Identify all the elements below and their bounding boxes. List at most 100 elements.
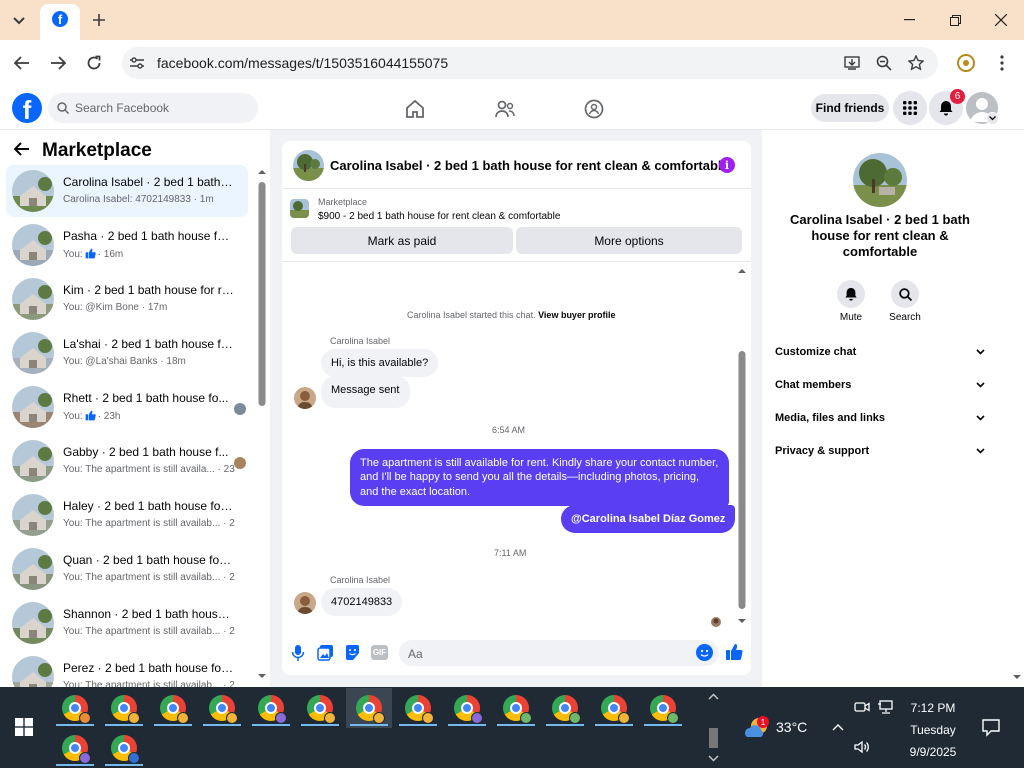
mute-button[interactable]: [837, 280, 865, 308]
info-section-row[interactable]: Chat members: [775, 379, 985, 391]
mark-as-paid-button[interactable]: Mark as paid: [291, 227, 513, 254]
thumbs-up-icon: [726, 644, 743, 661]
bookmark-button[interactable]: [901, 48, 931, 78]
account-menu-chevron[interactable]: [986, 112, 999, 125]
zoom-button[interactable]: [869, 48, 899, 78]
clock[interactable]: 7:12 PM Tuesday 9/9/2025: [898, 697, 968, 763]
chevron-down-icon: [976, 382, 985, 388]
search-in-chat-button[interactable]: [891, 280, 919, 308]
listing-description[interactable]: $900 - 2 bed 1 bath house for rent clean…: [318, 211, 560, 222]
taskbar-scrollbar[interactable]: [707, 690, 720, 766]
home-nav-button[interactable]: [402, 96, 428, 122]
sticker-button[interactable]: [344, 644, 361, 661]
show-hidden-icons-button[interactable]: [829, 718, 847, 736]
taskbar-chrome-window[interactable]: [101, 728, 147, 768]
weather-temperature[interactable]: 33°C: [776, 719, 807, 735]
menu-button[interactable]: [893, 91, 927, 125]
conversation-row[interactable]: Kim · 2 bed 1 bath house for re... You: @…: [6, 273, 248, 325]
restore-button[interactable]: [932, 0, 978, 40]
taskbar-chrome-window[interactable]: [493, 688, 539, 728]
conversation-row[interactable]: La'shai · 2 bed 1 bath house for ... You:…: [6, 327, 248, 379]
message-bubble[interactable]: Hi, is this available?: [321, 349, 439, 378]
taskbar-chrome-window[interactable]: [297, 688, 343, 728]
friends-nav-button[interactable]: [492, 96, 518, 122]
conversation-row[interactable]: Carolina Isabel · 2 bed 1 bath h... Carol…: [6, 165, 248, 217]
network-button[interactable]: [877, 698, 895, 716]
sender-avatar[interactable]: [294, 387, 316, 409]
meet-now-button[interactable]: [853, 698, 871, 716]
conversation-row[interactable]: Rhett · 2 bed 1 bath house fo... You: · 23…: [6, 381, 248, 433]
profile-button[interactable]: [951, 48, 981, 78]
attach-photo-button[interactable]: [317, 644, 334, 661]
new-tab-button[interactable]: [88, 9, 110, 31]
info-section-row[interactable]: Media, files and links: [775, 412, 985, 424]
more-options-button[interactable]: More options: [516, 227, 742, 254]
close-window-button[interactable]: [978, 0, 1024, 40]
info-section-row[interactable]: Customize chat: [775, 346, 985, 358]
preview-text: · 16m: [97, 249, 124, 260]
taskbar-chrome-window[interactable]: [640, 688, 686, 728]
conversation-row[interactable]: Haley · 2 bed 1 bath house for r... You: …: [6, 489, 248, 541]
taskbar-chrome-window[interactable]: [591, 688, 637, 728]
microphone-icon: [291, 645, 305, 661]
taskbar-chrome-window[interactable]: [199, 688, 245, 728]
chat-scrollbar[interactable]: [737, 265, 747, 627]
minimize-button[interactable]: [886, 0, 932, 40]
taskbar-chrome-window[interactable]: [395, 688, 441, 728]
view-buyer-profile-link[interactable]: View buyer profile: [538, 310, 615, 320]
page-scroll-down-button[interactable]: [1011, 671, 1023, 683]
start-button[interactable]: [0, 707, 48, 747]
taskbar-chrome-window[interactable]: [444, 688, 490, 728]
message-bubble[interactable]: 4702149833: [321, 588, 403, 617]
taskbar-chrome-window[interactable]: [346, 688, 392, 728]
tab-search-button[interactable]: [8, 10, 30, 32]
install-app-button[interactable]: [837, 48, 867, 78]
chrome-icon: [62, 695, 91, 724]
volume-button[interactable]: [853, 738, 871, 756]
marketplace-label: Marketplace: [318, 197, 368, 207]
groups-nav-button[interactable]: [581, 96, 607, 122]
conversation-row[interactable]: Gabby · 2 bed 1 bath house f... You: The …: [6, 435, 248, 487]
conversation-row[interactable]: Quan · 2 bed 1 bath house for r... You: T…: [6, 543, 248, 595]
chrome-menu-button[interactable]: [987, 48, 1017, 78]
listing-thumbnail[interactable]: [290, 199, 309, 218]
conversation-list-scrollbar[interactable]: [257, 166, 267, 682]
back-to-chats-button[interactable]: [14, 142, 34, 158]
url-text[interactable]: facebook.com/messages/t/1503516044155075: [157, 55, 448, 71]
info-section-row[interactable]: Privacy & support: [775, 445, 985, 457]
facebook-logo[interactable]: f: [12, 93, 42, 123]
reload-button[interactable]: [79, 48, 109, 78]
message-bubble[interactable]: Message sent: [321, 376, 411, 409]
forward-button[interactable]: [43, 48, 73, 78]
back-button[interactable]: [7, 48, 37, 78]
smiley-icon: [700, 649, 709, 657]
conversation-row[interactable]: Shannon · 2 bed 1 bath house f... You: Th…: [6, 597, 248, 649]
browser-tab-facebook[interactable]: f: [40, 4, 80, 40]
find-friends-button[interactable]: Find friends: [811, 94, 889, 122]
taskbar-chrome-window[interactable]: [52, 688, 98, 728]
conversation-row[interactable]: Pasha · 2 bed 1 bath house for r... You: ·…: [6, 219, 248, 271]
sender-avatar[interactable]: [294, 592, 316, 614]
info-button[interactable]: i: [719, 157, 735, 173]
taskbar-chrome-window[interactable]: [150, 688, 196, 728]
voice-clip-button[interactable]: [290, 644, 306, 662]
house-photo-icon: [290, 199, 309, 218]
contact-avatar[interactable]: [853, 153, 907, 207]
send-like-button[interactable]: [725, 643, 743, 661]
mention-bubble[interactable]: @Carolina Isabel Díaz Gomez: [561, 505, 736, 534]
taskbar-chrome-window[interactable]: [542, 688, 588, 728]
facebook-search-input[interactable]: Search Facebook: [48, 93, 258, 123]
chat-header-avatar[interactable]: [293, 150, 324, 181]
message-input[interactable]: Aa: [399, 640, 719, 666]
site-info-button[interactable]: [128, 54, 146, 72]
chat-title[interactable]: Carolina Isabel · 2 bed 1 bath house for…: [330, 158, 729, 173]
taskbar-chrome-window[interactable]: [101, 688, 147, 728]
gif-button[interactable]: GIF: [371, 645, 388, 660]
taskbar-chrome-window[interactable]: [248, 688, 294, 728]
home-icon: [406, 99, 424, 118]
conversation-avatar: [12, 170, 54, 212]
sent-message-bubble[interactable]: The apartment is still available for ren…: [350, 449, 729, 506]
notification-center-button[interactable]: [980, 716, 1002, 738]
taskbar-chrome-window[interactable]: [52, 728, 98, 768]
emoji-button[interactable]: [696, 644, 713, 661]
